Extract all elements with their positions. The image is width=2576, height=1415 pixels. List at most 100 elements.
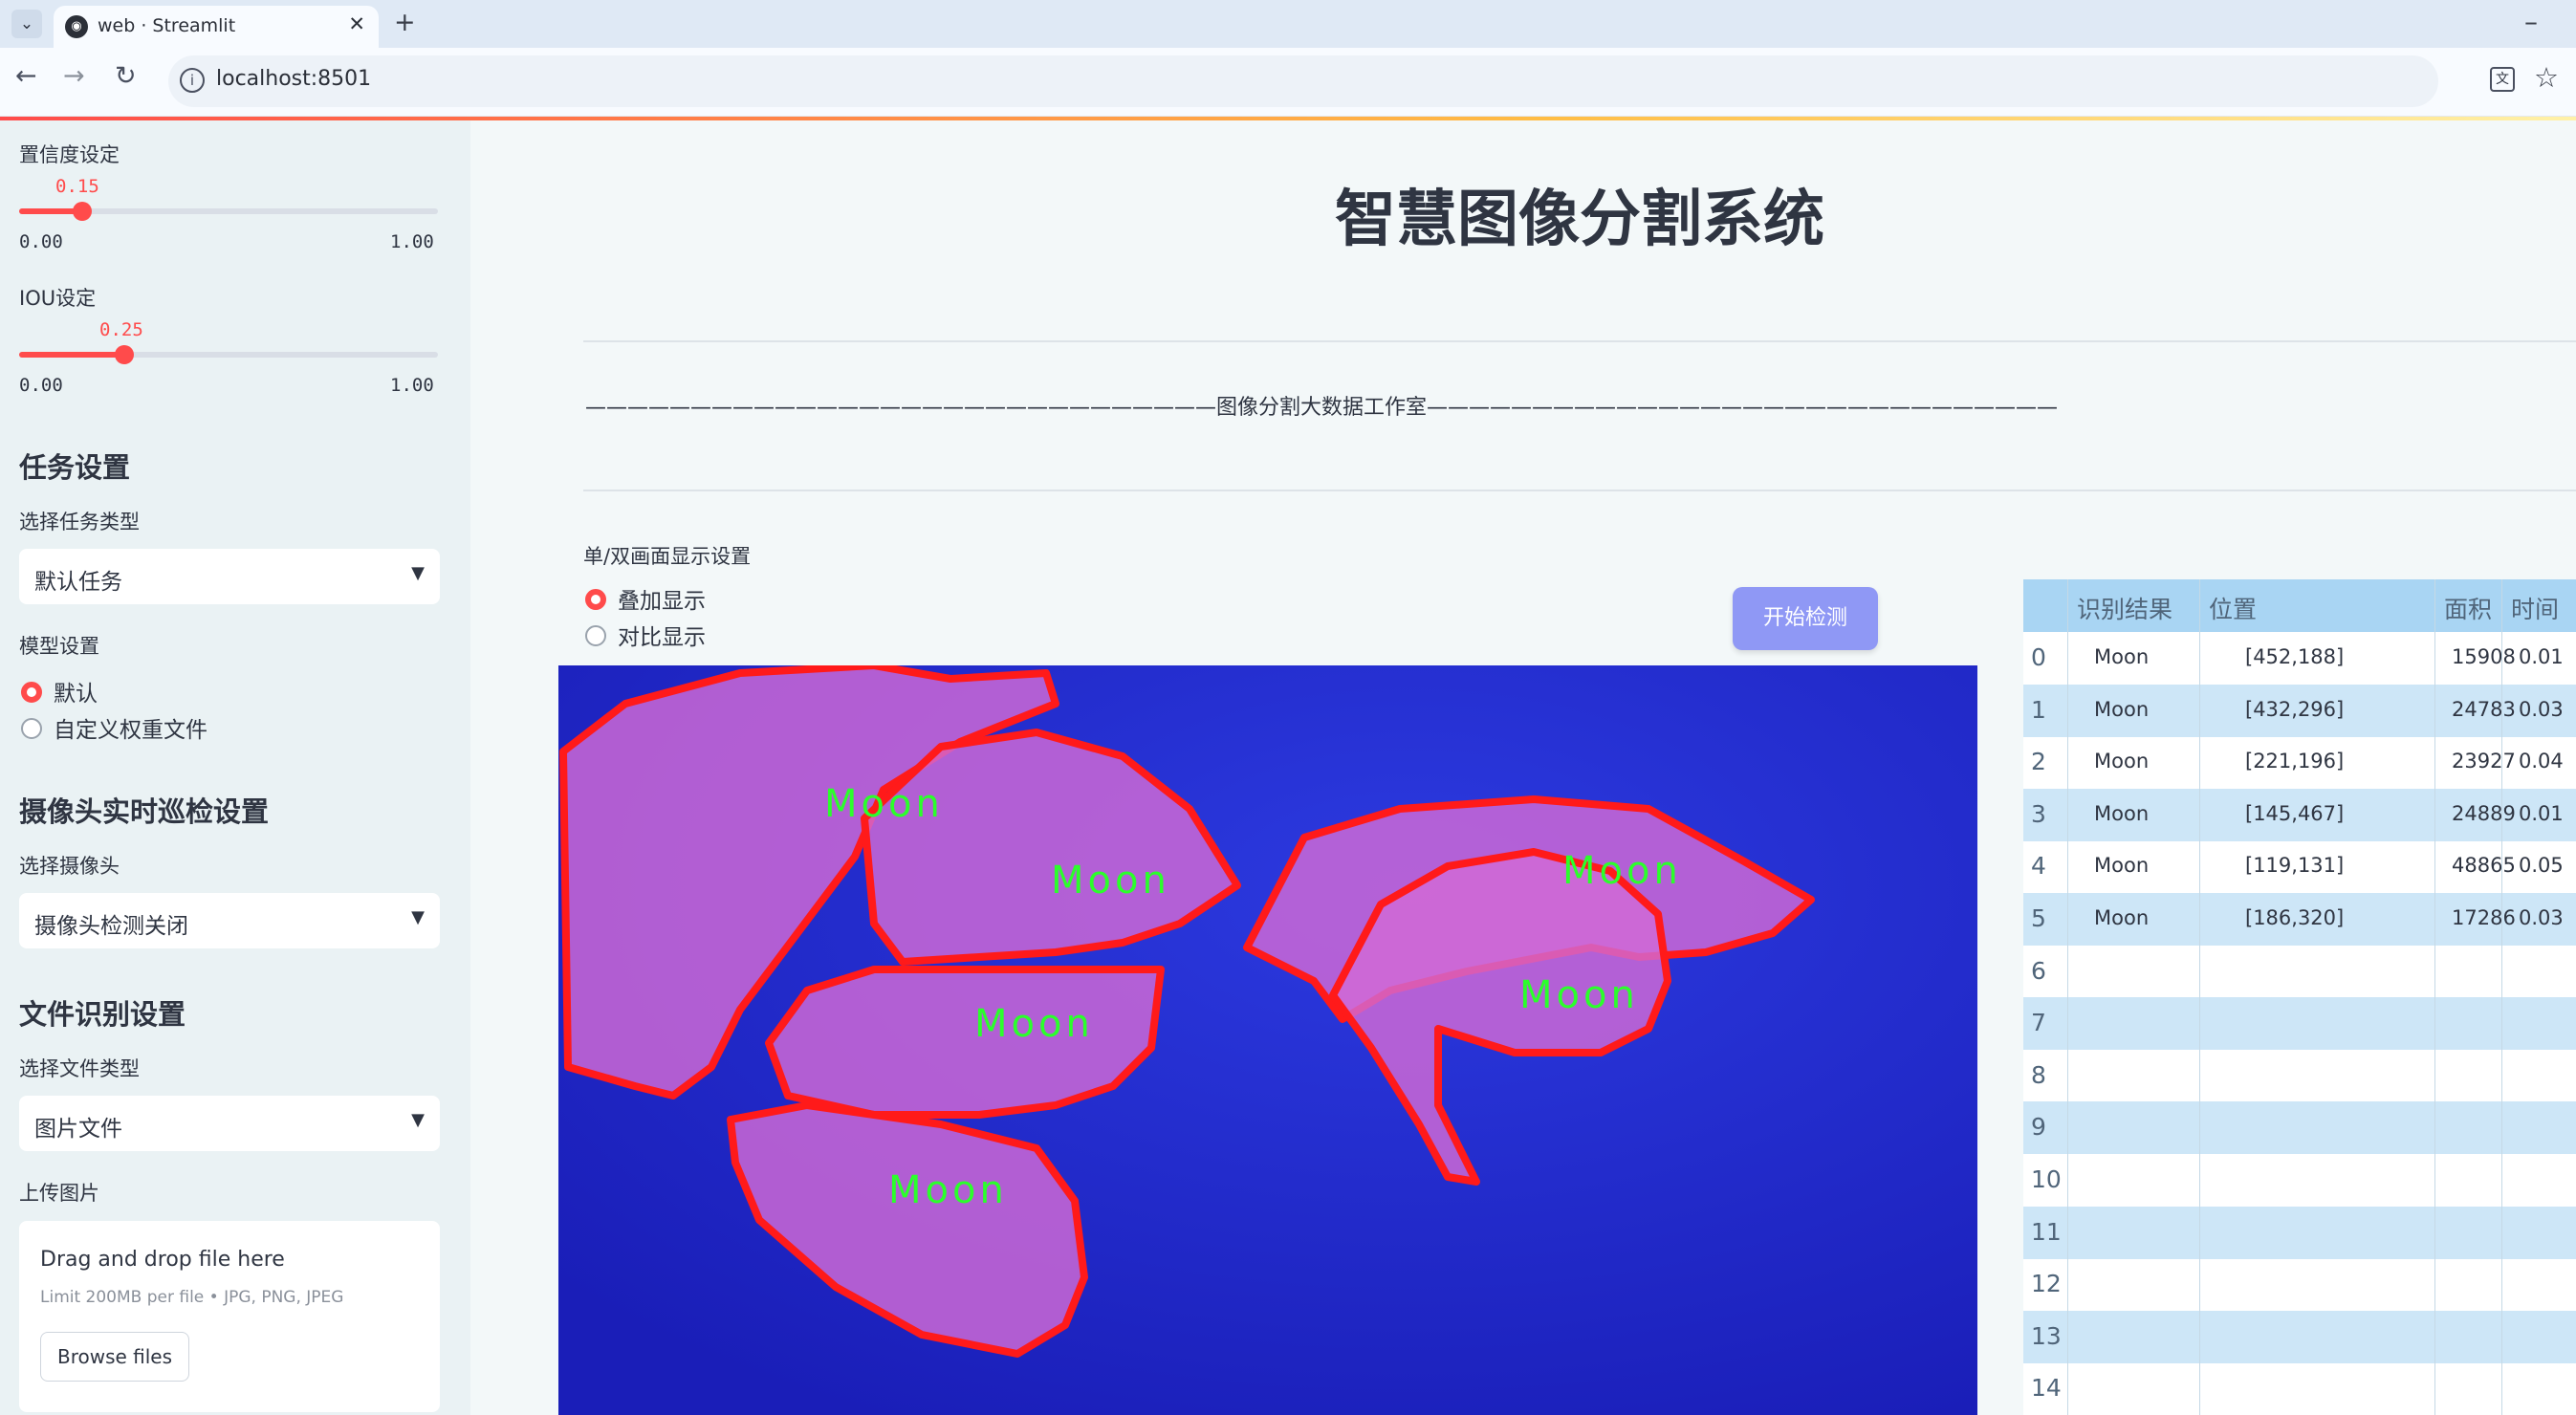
cell-time: 0.05 [2519, 854, 2564, 878]
cell-time: 0.03 [2519, 906, 2564, 929]
cell-time: 0.01 [2519, 801, 2564, 825]
reload-icon[interactable]: ↻ [115, 61, 137, 91]
display-mode-label: 单/双画面显示设置 [583, 545, 752, 568]
results-table[interactable]: 识别结果 位置 面积 时间 0 Moon [452,188] 15908 0.01 1 Mo… [2023, 579, 2576, 1415]
chevron-down-icon: ▼ [411, 907, 425, 927]
url-bar[interactable]: i localhost:8501 [168, 55, 2438, 107]
overlay-display-radio[interactable] [585, 589, 606, 610]
back-icon[interactable]: ← [15, 61, 37, 91]
browse-files-button[interactable]: Browse files [40, 1332, 189, 1382]
model-default-label[interactable]: 默认 [54, 675, 98, 708]
address-bar-row: ← → ↻ i localhost:8501 文 ☆ [0, 48, 2576, 117]
file-type-selected: 图片文件 [34, 1117, 122, 1142]
camera-select-label: 选择摄像头 [19, 855, 120, 878]
table-row[interactable]: 10 [2023, 1154, 2576, 1207]
header-time[interactable]: 时间 [2511, 591, 2559, 625]
cell-position: [221,196] [2245, 750, 2345, 773]
forward-icon[interactable]: → [63, 61, 85, 91]
table-row[interactable]: 11 [2023, 1206, 2576, 1259]
row-index: 7 [2031, 1009, 2046, 1037]
iou-max: 1.00 [390, 375, 434, 396]
browser-tab-bar: ⌄ ◉ web · Streamlit ✕ + – [0, 0, 2576, 48]
row-index: 3 [2031, 799, 2046, 828]
cell-time: 0.01 [2519, 645, 2564, 668]
cell-area: 17286 [2452, 906, 2516, 929]
detection-label: Moon [1051, 859, 1170, 903]
iou-min: 0.00 [19, 375, 63, 396]
file-dropzone[interactable]: Drag and drop file here Limit 200MB per … [19, 1221, 440, 1412]
upload-label: 上传图片 [19, 1182, 99, 1205]
confidence-max: 1.00 [390, 231, 434, 252]
table-row[interactable]: 13 [2023, 1310, 2576, 1363]
table-row[interactable]: 6 [2023, 946, 2576, 998]
cell-position: [119,131] [2245, 854, 2345, 878]
cell-area: 15908 [2452, 645, 2516, 668]
row-index: 8 [2031, 1060, 2046, 1089]
chevron-down-icon: ▼ [411, 1110, 425, 1130]
table-row[interactable]: 0 Moon [452,188] 15908 0.01 [2023, 632, 2576, 685]
compare-display-radio[interactable] [585, 625, 606, 646]
camera-settings-heading: 摄像头实时巡检设置 [19, 795, 270, 828]
row-index: 12 [2031, 1270, 2062, 1298]
close-tab-icon[interactable]: ✕ [348, 12, 365, 35]
start-detection-button[interactable]: 开始检测 [1733, 587, 1878, 650]
header-area[interactable]: 面积 [2444, 591, 2492, 625]
column-divider [2199, 579, 2200, 1415]
compare-display-label[interactable]: 对比显示 [618, 619, 706, 651]
file-type-select[interactable]: 图片文件 ▼ [19, 1096, 440, 1151]
new-tab-icon[interactable]: + [394, 8, 416, 37]
header-position[interactable]: 位置 [2209, 591, 2257, 625]
task-settings-heading: 任务设置 [19, 451, 131, 484]
site-info-icon[interactable]: i [180, 68, 205, 93]
overlay-display-label[interactable]: 叠加显示 [618, 582, 706, 615]
cell-area: 24889 [2452, 801, 2516, 825]
detection-label: Moon [1562, 849, 1682, 893]
table-row[interactable]: 9 [2023, 1101, 2576, 1155]
row-index: 13 [2031, 1321, 2062, 1350]
row-index: 2 [2031, 748, 2046, 776]
tab-list-chevron-icon[interactable]: ⌄ [11, 10, 42, 38]
table-row[interactable]: 14 [2023, 1362, 2576, 1415]
chevron-down-icon: ▼ [411, 563, 425, 583]
table-row[interactable]: 5 Moon [186,320] 17286 0.03 [2023, 893, 2576, 946]
page-title: 智慧图像分割系统 [1335, 185, 1824, 255]
task-type-selected: 默认任务 [34, 570, 122, 595]
bookmark-star-icon[interactable]: ☆ [2534, 61, 2559, 94]
table-row[interactable]: 4 Moon [119,131] 48865 0.05 [2023, 840, 2576, 893]
browser-tab[interactable]: ◉ web · Streamlit ✕ [54, 6, 379, 48]
row-index: 4 [2031, 852, 2046, 881]
detection-label: Moon [974, 1002, 1094, 1046]
table-row[interactable]: 3 Moon [145,467] 24889 0.01 [2023, 788, 2576, 841]
cell-time: 0.03 [2519, 697, 2564, 721]
url-text: localhost:8501 [216, 67, 372, 91]
cell-area: 48865 [2452, 854, 2516, 878]
translate-icon[interactable]: 文 [2490, 67, 2515, 92]
cell-result: Moon [2094, 801, 2150, 825]
cell-area: 24783 [2452, 697, 2516, 721]
iou-slider-thumb[interactable] [115, 345, 134, 364]
model-custom-radio[interactable] [21, 718, 42, 739]
cell-position: [452,188] [2245, 645, 2345, 668]
model-default-radio[interactable] [21, 682, 42, 703]
model-custom-label[interactable]: 自定义权重文件 [54, 711, 207, 744]
confidence-value: 0.15 [55, 176, 99, 197]
iou-label: IOU设定 [19, 287, 97, 310]
table-header-row: 识别结果 位置 面积 时间 [2023, 579, 2576, 632]
table-row[interactable]: 12 [2023, 1258, 2576, 1311]
minimize-icon[interactable]: – [2524, 6, 2538, 37]
row-index: 11 [2031, 1217, 2062, 1246]
camera-select[interactable]: 摄像头检测关闭 ▼ [19, 893, 440, 948]
task-type-select[interactable]: 默认任务 ▼ [19, 549, 440, 604]
model-settings-label: 模型设置 [19, 635, 99, 658]
table-row[interactable]: 2 Moon [221,196] 23927 0.04 [2023, 736, 2576, 789]
header-result[interactable]: 识别结果 [2077, 591, 2172, 625]
cell-result: Moon [2094, 750, 2150, 773]
table-row[interactable]: 7 [2023, 997, 2576, 1051]
table-row[interactable]: 8 [2023, 1050, 2576, 1102]
file-settings-heading: 文件识别设置 [19, 998, 186, 1031]
main-content: 智慧图像分割系统 ——————————————————————————————图… [470, 120, 2576, 1415]
cell-time: 0.04 [2519, 750, 2564, 773]
column-divider [2434, 579, 2435, 1415]
confidence-slider-thumb[interactable] [73, 202, 92, 221]
table-row[interactable]: 1 Moon [432,296] 24783 0.03 [2023, 684, 2576, 737]
